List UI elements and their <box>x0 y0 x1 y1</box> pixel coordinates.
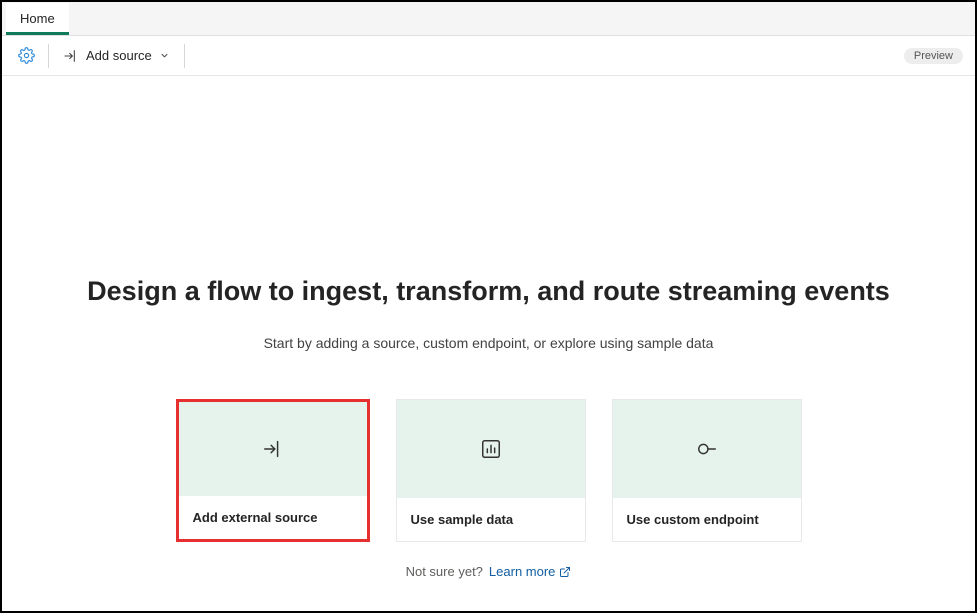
card-use-custom-endpoint[interactable]: Use custom endpoint <box>612 399 802 542</box>
card-icon-area <box>397 400 585 498</box>
footer-prefix: Not sure yet? <box>406 564 483 579</box>
add-source-button[interactable]: Add source <box>55 44 178 68</box>
card-use-sample-data[interactable]: Use sample data <box>396 399 586 542</box>
card-label: Use custom endpoint <box>613 498 801 541</box>
external-link-icon <box>559 566 571 578</box>
endpoint-icon <box>696 438 718 460</box>
page-subtitle: Start by adding a source, custom endpoin… <box>264 335 714 351</box>
card-label: Add external source <box>179 496 367 539</box>
card-add-external-source[interactable]: Add external source <box>176 399 370 542</box>
learn-more-label: Learn more <box>489 564 555 579</box>
preview-badge: Preview <box>904 48 963 64</box>
tab-bar: Home <box>2 2 975 36</box>
cards-row: Add external source Use sample data <box>176 399 802 542</box>
tab-home[interactable]: Home <box>6 3 69 35</box>
bar-chart-icon <box>480 438 502 460</box>
add-source-label: Add source <box>86 48 152 63</box>
toolbar: Add source Preview <box>2 36 975 76</box>
learn-more-link[interactable]: Learn more <box>489 564 571 579</box>
settings-button[interactable] <box>10 40 42 72</box>
card-icon-area <box>613 400 801 498</box>
footer-text: Not sure yet? Learn more <box>406 564 572 579</box>
enter-icon <box>63 48 79 64</box>
gear-icon <box>18 47 35 64</box>
card-icon-area <box>179 402 367 496</box>
enter-icon <box>262 438 284 460</box>
toolbar-divider <box>184 44 185 68</box>
card-label: Use sample data <box>397 498 585 541</box>
toolbar-divider <box>48 44 49 68</box>
main-content: Design a flow to ingest, transform, and … <box>2 76 975 579</box>
page-title: Design a flow to ingest, transform, and … <box>87 276 890 307</box>
chevron-down-icon <box>159 50 170 61</box>
